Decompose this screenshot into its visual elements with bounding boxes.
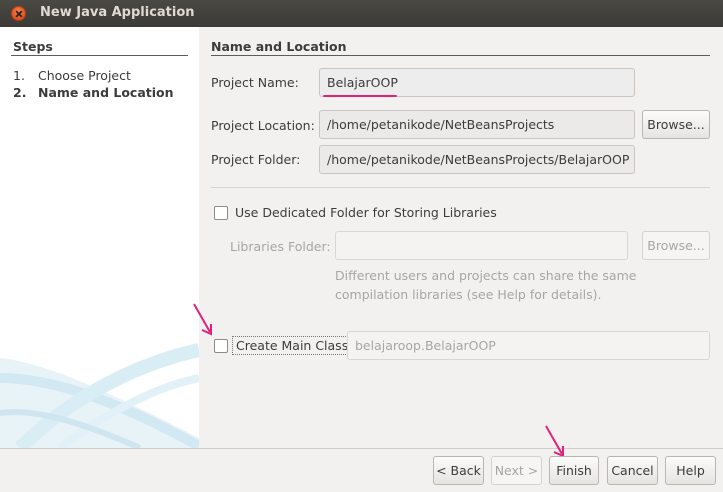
cancel-button[interactable]: Cancel [607,456,658,485]
step-label: Choose Project [38,68,131,83]
back-button[interactable]: < Back [433,456,484,485]
annotation-arrow-icon [193,303,212,336]
dedicated-libraries-label[interactable]: Use Dedicated Folder for Storing Librari… [235,205,497,220]
browse-location-button[interactable]: Browse... [642,110,710,139]
create-main-class-checkbox[interactable] [214,339,228,353]
steps-panel: Steps 1. Choose Project 2. Name and Locati… [0,27,199,448]
project-folder-label: Project Folder: [211,152,301,167]
step-number: 2. [13,85,27,100]
project-location-label: Project Location: [211,118,315,133]
browse-libraries-button[interactable]: Browse... [642,231,710,260]
netbeans-swoosh-decoration [0,343,199,448]
help-button[interactable]: Help [665,456,716,485]
project-name-highlight [323,95,397,97]
libraries-hint-line-1: Different users and projects can share t… [335,268,637,283]
close-icon[interactable] [11,6,26,21]
libraries-folder-field[interactable] [335,231,628,260]
steps-title: Steps [13,39,53,54]
title-bar: New Java Application [0,0,723,27]
project-name-label: Project Name: [211,75,299,90]
project-location-field[interactable]: /home/petanikode/NetBeansProjects [319,110,635,139]
project-folder-field: /home/petanikode/NetBeansProjects/Belaja… [319,145,635,174]
libraries-hint-line-2: compilation libraries (see Help for deta… [335,287,602,302]
separator [211,187,710,188]
next-button[interactable]: Next > [491,456,542,485]
finish-button[interactable]: Finish [549,456,599,485]
create-main-class-label[interactable]: Create Main Class [232,336,353,355]
step-label: Name and Location [38,85,174,100]
step-name-and-location: 2. Name and Location [13,85,174,100]
dedicated-libraries-checkbox[interactable] [214,206,228,220]
step-choose-project: 1. Choose Project [13,68,131,83]
section-title: Name and Location [211,39,347,54]
window-title: New Java Application [40,5,195,20]
main-class-field[interactable]: belajaroop.BelajarOOP [347,331,710,360]
libraries-folder-label: Libraries Folder: [230,239,331,254]
annotation-arrow-icon [545,425,564,458]
step-number: 1. [13,68,25,83]
project-name-field[interactable]: BelajarOOP [319,68,635,97]
section-divider [211,55,710,56]
steps-divider [11,55,188,56]
